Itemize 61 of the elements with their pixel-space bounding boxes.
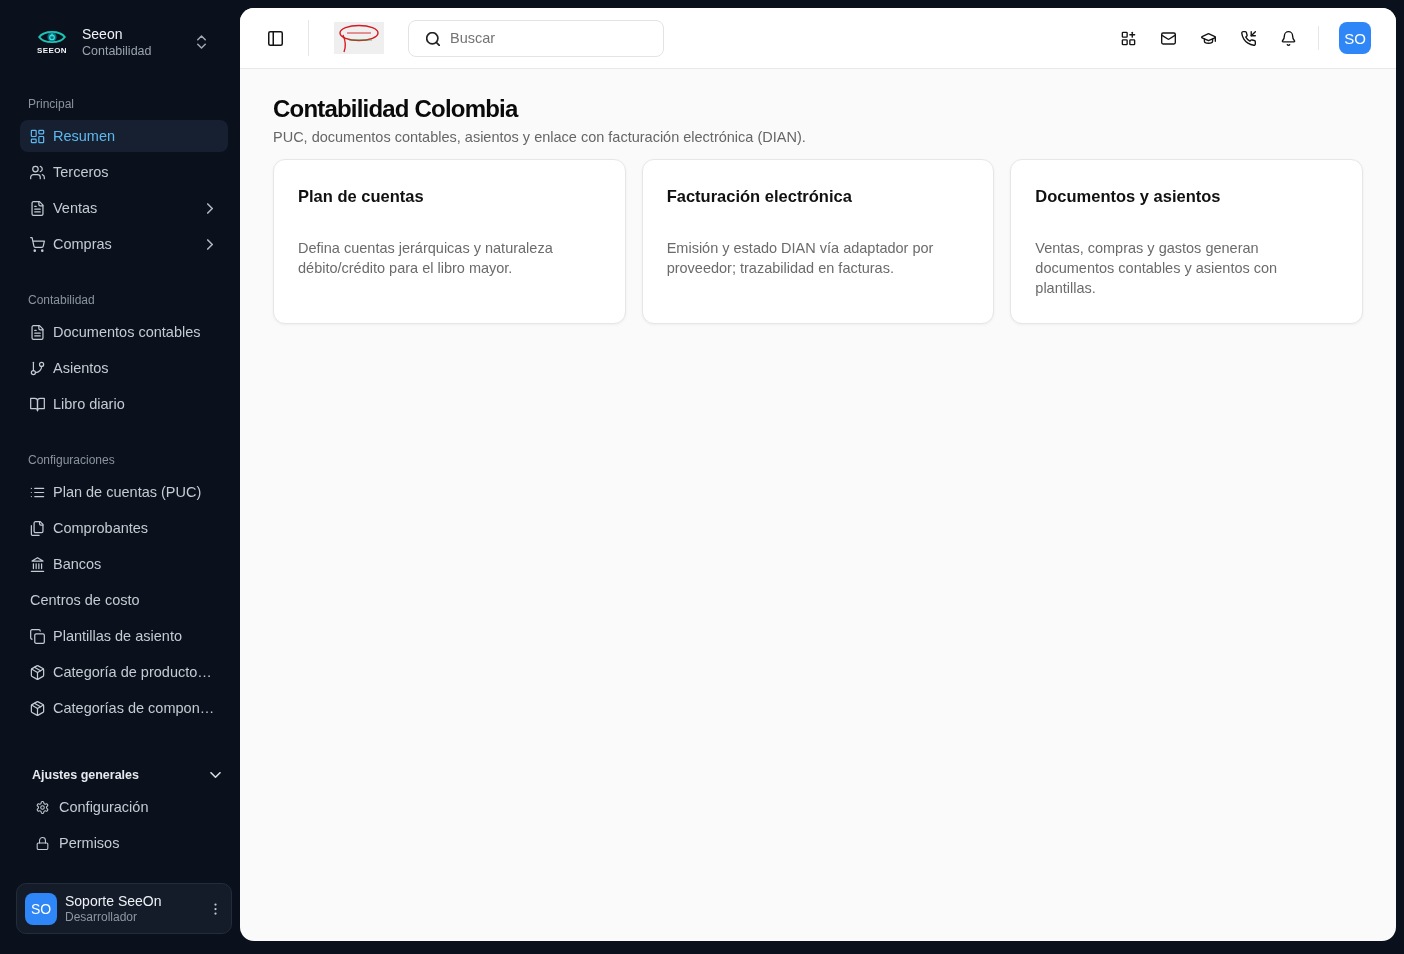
nav-item[interactable]: Terceros xyxy=(20,156,228,188)
graduation-cap-icon xyxy=(1200,30,1216,46)
panel-left-icon xyxy=(267,30,283,46)
document-icon xyxy=(30,324,45,340)
package-icon xyxy=(30,700,45,716)
nav-item[interactable]: Resumen xyxy=(20,120,228,152)
page-subtitle: PUC, documentos contables, asientos y enlace con facturación electrónica (DIAN). xyxy=(273,128,807,147)
search-field[interactable]: Buscar xyxy=(408,19,664,57)
section-label: Configuraciones xyxy=(27,452,116,468)
section-label: Principal xyxy=(27,96,76,112)
settings-icon xyxy=(36,800,49,814)
nav-item[interactable]: Plantillas de asiento xyxy=(20,620,228,652)
lock-icon xyxy=(36,836,49,850)
nav-item[interactable]: Documentos contables xyxy=(20,316,228,348)
user-name: Soporte SeeOn xyxy=(65,892,163,910)
nav-item[interactable]: Libro diario xyxy=(20,388,228,420)
nav-item[interactable]: Categoría de producto… xyxy=(20,656,228,688)
nav-item[interactable]: Plan de cuentas (PUC) xyxy=(20,476,228,508)
search-icon xyxy=(426,31,440,46)
card-description: Emisión y estado DIAN vía adaptador por proveedor; trazabilidad en facturas. xyxy=(666,239,935,278)
card-title: Plan de cuentas xyxy=(298,186,425,207)
workspace-name: Seeon xyxy=(82,25,124,43)
grid-plus-icon xyxy=(1120,30,1136,46)
user-avatar-button[interactable]: SO xyxy=(1339,22,1371,54)
nav-item[interactable]: Centros de costo xyxy=(20,584,228,616)
card-title: Facturación electrónica xyxy=(666,186,853,207)
company-logo xyxy=(334,22,384,54)
settings-group-toggle[interactable]: Ajustes generales xyxy=(20,763,228,787)
logo-wordmark: SEEON xyxy=(37,47,67,55)
chevrons-up-down-icon[interactable] xyxy=(197,35,206,49)
card-title: Documentos y asientos xyxy=(1035,186,1222,207)
bank-icon xyxy=(30,556,45,572)
nav-item[interactable]: Categorías de compon… xyxy=(20,692,228,724)
open-book-icon xyxy=(30,396,45,412)
nav-item[interactable]: Configuración xyxy=(24,791,228,823)
document-icon xyxy=(30,200,45,216)
shopping-cart-icon xyxy=(30,236,45,252)
package-icon xyxy=(30,664,45,680)
phone-incoming-icon xyxy=(1240,30,1256,46)
documents-icon xyxy=(30,520,45,536)
card-description: Defina cuentas jerárquicas y naturaleza débito/crédito para el libro mayor. xyxy=(298,239,554,278)
nav-item[interactable]: Asientos xyxy=(20,352,228,384)
nav-item[interactable]: Comprobantes xyxy=(20,512,228,544)
nav-item[interactable]: Compras xyxy=(20,228,228,260)
card-description: Ventas, compras y gastos generan documentos contables y asientos con plantillas. xyxy=(1035,239,1279,298)
more-options-icon[interactable] xyxy=(214,902,217,915)
nav-item[interactable]: Bancos xyxy=(20,548,228,580)
users-icon xyxy=(30,164,45,180)
nav-item[interactable]: Ventas xyxy=(20,192,228,224)
user-avatar: SO xyxy=(25,892,57,925)
section-label: Contabilidad xyxy=(27,292,96,308)
page-title: Contabilidad Colombia xyxy=(273,94,520,124)
nav-item[interactable]: Permisos xyxy=(24,827,228,859)
dashboard-icon xyxy=(30,128,45,144)
mail-icon xyxy=(1160,30,1176,46)
bell-icon xyxy=(1280,30,1296,46)
workspace-subtitle: Contabilidad xyxy=(82,42,153,59)
user-role: Desarrollador xyxy=(65,909,139,925)
eye-logo-icon xyxy=(38,29,66,45)
branch-icon xyxy=(30,360,45,376)
copy-icon xyxy=(30,628,45,644)
